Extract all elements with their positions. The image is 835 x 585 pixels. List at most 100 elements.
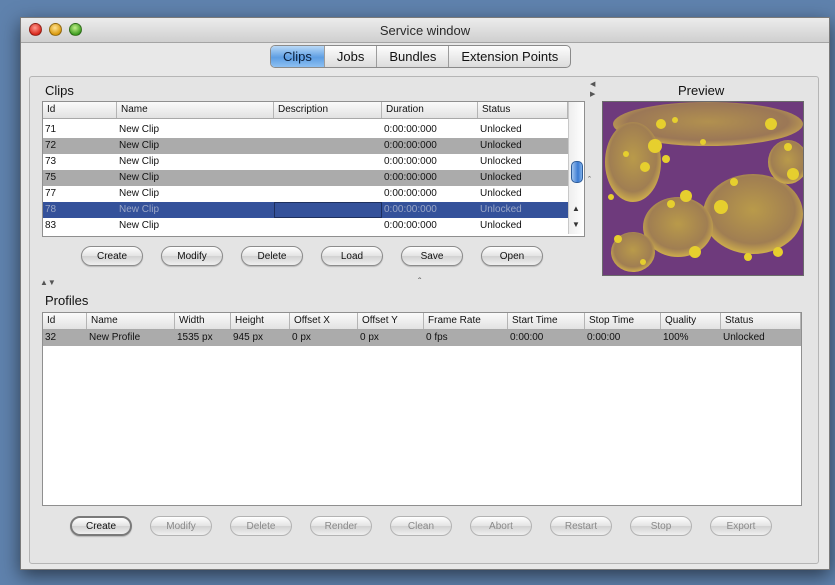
scroll-down-icon[interactable]: ▼	[572, 220, 580, 229]
scrollbar-thumb[interactable]	[571, 161, 583, 183]
cell-description	[274, 218, 382, 234]
col-duration[interactable]: Duration	[382, 102, 478, 118]
clips-panel: Clips Id Name Description Duration Statu…	[29, 76, 819, 564]
cell-id: 72	[45, 140, 57, 151]
cell-status: Unlocked	[480, 156, 522, 167]
cell-status: Unlocked	[480, 204, 522, 215]
cell-duration: 0:00:00:000	[384, 172, 437, 183]
col-stop-time[interactable]: Stop Time	[585, 313, 661, 329]
cell-id: 71	[45, 124, 57, 135]
cell-status: Unlocked	[480, 172, 522, 183]
preview-label: Preview	[678, 83, 725, 98]
tab-clips[interactable]: Clips	[271, 46, 324, 67]
table-row-selected[interactable]: 78 New Clip 0:00:00:000 Unlocked	[43, 202, 568, 218]
col-id[interactable]: Id	[43, 313, 87, 329]
cell-status: Unlocked	[723, 332, 765, 343]
col-offset-x[interactable]: Offset X	[290, 313, 358, 329]
preview-image	[602, 101, 804, 276]
cell-id: 75	[45, 172, 57, 183]
clip-create-button[interactable]: Create	[81, 246, 143, 266]
col-offset-y[interactable]: Offset Y	[358, 313, 424, 329]
profile-export-button[interactable]: Export	[710, 516, 772, 536]
table-row[interactable]: 75 New Clip 0:00:00:000 Unlocked	[43, 170, 568, 186]
cell-id: 73	[45, 156, 57, 167]
tab-bar: Clips Jobs Bundles Extension Points	[270, 45, 572, 68]
col-quality[interactable]: Quality	[661, 313, 721, 329]
cell-duration: 0:00:00:000	[384, 204, 437, 215]
divider-handle-icon[interactable]: ˆ	[588, 175, 591, 185]
profile-render-button[interactable]: Render	[310, 516, 372, 536]
profile-clean-button[interactable]: Clean	[390, 516, 452, 536]
profile-delete-button[interactable]: Delete	[230, 516, 292, 536]
clip-save-button[interactable]: Save	[401, 246, 463, 266]
cell-width: 1535 px	[177, 332, 213, 343]
table-row[interactable]: 71 New Clip 0:00:00:000 Unlocked	[43, 122, 568, 138]
cell-description	[274, 170, 382, 186]
col-name[interactable]: Name	[87, 313, 175, 329]
col-status[interactable]: Status	[478, 102, 568, 118]
profile-modify-button[interactable]: Modify	[150, 516, 212, 536]
cell-id: 77	[45, 188, 57, 199]
tab-bundles[interactable]: Bundles	[376, 46, 448, 67]
cell-stop-time: 0:00:00	[587, 332, 621, 343]
cell-status: Unlocked	[480, 188, 522, 199]
cell-duration: 0:00:00:000	[384, 188, 437, 199]
cell-name: New Clip	[119, 124, 160, 135]
cell-duration: 0:00:00:000	[384, 156, 437, 167]
cell-name: New Clip	[119, 220, 160, 231]
clip-delete-button[interactable]: Delete	[241, 246, 303, 266]
cell-id: 32	[45, 332, 57, 343]
profiles-table-header: Id Name Width Height Offset X Offset Y F…	[43, 313, 801, 330]
table-row[interactable]: 32 New Profile 1535 px 945 px 0 px 0 px …	[43, 330, 801, 346]
cell-start-time: 0:00:00	[510, 332, 544, 343]
cell-duration: 0:00:00:000	[384, 124, 437, 135]
split-right-arrow-icon[interactable]: ▶	[590, 90, 595, 98]
tab-extension-points[interactable]: Extension Points	[448, 46, 570, 67]
col-start-time[interactable]: Start Time	[508, 313, 585, 329]
table-row[interactable]: 77 New Clip 0:00:00:000 Unlocked	[43, 186, 568, 202]
profiles-section-label: Profiles	[45, 293, 89, 308]
clip-open-button[interactable]: Open	[481, 246, 543, 266]
clip-modify-button[interactable]: Modify	[161, 246, 223, 266]
cell-offset-y: 0 px	[360, 332, 379, 343]
cell-quality: 100%	[663, 332, 689, 343]
cell-description	[274, 202, 382, 218]
cell-status: Unlocked	[480, 124, 522, 135]
window-title: Service window	[379, 23, 471, 38]
profile-create-button[interactable]: Create	[70, 516, 132, 536]
col-name[interactable]: Name	[117, 102, 274, 118]
cell-height: 945 px	[233, 332, 264, 343]
scroll-up-icon[interactable]: ▲	[572, 204, 580, 213]
table-row[interactable]: 73 New Clip 0:00:00:000 Unlocked	[43, 154, 568, 170]
clips-section-label: Clips	[45, 83, 74, 98]
cell-name: New Clip	[119, 140, 160, 151]
col-description[interactable]: Description	[274, 102, 382, 118]
col-width[interactable]: Width	[175, 313, 231, 329]
cell-description	[274, 154, 382, 170]
profile-restart-button[interactable]: Restart	[550, 516, 612, 536]
cell-description	[274, 122, 382, 138]
profile-stop-button[interactable]: Stop	[630, 516, 692, 536]
split-left-arrow-icon[interactable]: ◀	[590, 80, 595, 88]
col-frame-rate[interactable]: Frame Rate	[424, 313, 508, 329]
cell-offset-x: 0 px	[292, 332, 311, 343]
clip-load-button[interactable]: Load	[321, 246, 383, 266]
col-id[interactable]: Id	[43, 102, 117, 118]
cell-name: New Clip	[119, 204, 160, 215]
split-up-down-icon[interactable]: ▲▼	[40, 278, 56, 287]
cell-status: Unlocked	[480, 140, 522, 151]
clips-table-header: Id Name Description Duration Status	[43, 102, 568, 119]
cell-name: New Profile	[89, 332, 141, 343]
profiles-table: Id Name Width Height Offset X Offset Y F…	[42, 312, 802, 506]
divider-handle-icon-2[interactable]: ˆ	[418, 277, 421, 288]
table-row[interactable]: 72 New Clip 0:00:00:000 Unlocked	[43, 138, 568, 154]
profile-abort-button[interactable]: Abort	[470, 516, 532, 536]
title-bar[interactable]: Service window	[21, 18, 829, 43]
cell-id: 83	[45, 220, 57, 231]
tab-jobs[interactable]: Jobs	[323, 46, 376, 67]
service-window: Service window Clips Jobs Bundles Extens…	[20, 17, 830, 570]
clips-scrollbar[interactable]: ▲ ▼	[568, 102, 584, 234]
table-row[interactable]: 83 New Clip 0:00:00:000 Unlocked	[43, 218, 568, 234]
col-height[interactable]: Height	[231, 313, 290, 329]
col-status[interactable]: Status	[721, 313, 801, 329]
